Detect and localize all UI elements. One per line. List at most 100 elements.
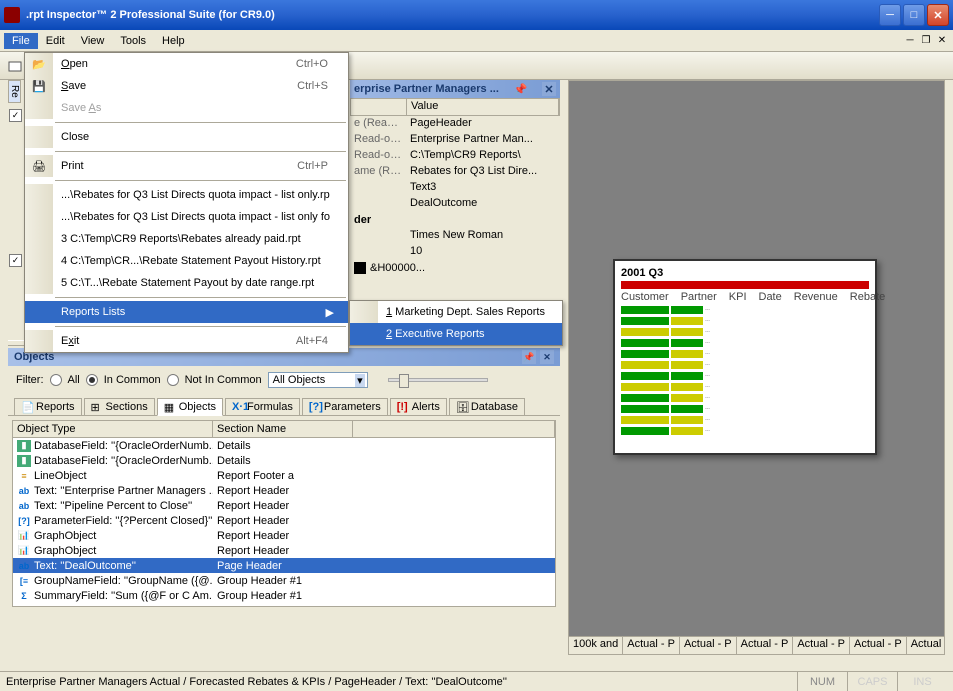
bottom-tab[interactable]: Actual - P — [623, 637, 680, 654]
preview-document: 2001 Q3 CustomerPartnerKPIDateRevenueReb… — [613, 259, 877, 455]
properties-panel: erprise Partner Managers ... 📌 ✕ Value e… — [350, 80, 560, 276]
checkbox-2[interactable]: ✓ — [9, 254, 22, 267]
checkbox-1[interactable]: ✓ — [9, 109, 22, 122]
app-icon — [4, 7, 20, 23]
menu-close[interactable]: Close — [25, 126, 348, 148]
submenu-executive[interactable]: 2 Executive Reports — [350, 323, 562, 345]
preview-col-header: CustomerPartnerKPIDateRevenueRebate — [621, 291, 869, 303]
table-row[interactable]: ▮DatabaseField: ''{OracleOrderNumb...Det… — [13, 438, 555, 453]
maximize-button[interactable]: □ — [903, 4, 925, 26]
objects-grid: Object Type Section Name ▮DatabaseField:… — [12, 420, 556, 607]
menu-recent-2[interactable]: ...\Rebates for Q3 List Directs quota im… — [25, 206, 348, 228]
tabs-bar: 📄Reports ⊞Sections ▦Objects X·1Formulas … — [8, 394, 560, 416]
tab-alerts[interactable]: [!]Alerts — [390, 398, 447, 415]
radio-notincommon[interactable] — [167, 374, 179, 386]
menu-reports-lists[interactable]: Reports Lists ▶ — [25, 301, 348, 323]
titlebar: .rpt Inspector™ 2 Professional Suite (fo… — [0, 0, 953, 30]
statusbar: Enterprise Partner Managers Actual / For… — [0, 671, 953, 691]
preview-data-row: --- — [621, 371, 869, 381]
property-row[interactable]: e (Read-oPageHeader — [350, 116, 560, 132]
property-row-border[interactable]: &H00000... — [350, 260, 560, 276]
table-row[interactable]: [≡GroupNameField: ''GroupName ({@...Grou… — [13, 573, 555, 588]
reports-lists-submenu: 1 Marketing Dept. Sales Reports 2 Execut… — [349, 300, 563, 346]
radio-all-label: All — [68, 374, 80, 386]
pin-icon[interactable]: 📌 — [522, 350, 536, 364]
preview-data-row: --- — [621, 393, 869, 403]
tab-parameters[interactable]: [?]Parameters — [302, 398, 388, 415]
mdi-close-button[interactable]: ✕ — [935, 34, 949, 48]
radio-incommon-label: In Common — [104, 374, 161, 386]
side-tab[interactable]: Re — [8, 80, 21, 103]
bottom-tab[interactable]: Actual - P — [680, 637, 737, 654]
tab-formulas[interactable]: X·1Formulas — [225, 398, 300, 415]
preview-data-row: --- — [621, 316, 869, 326]
preview-data-row: --- — [621, 338, 869, 348]
table-row[interactable]: [?]ParameterField: ''{?Percent Closed}''… — [13, 513, 555, 528]
parameters-icon: [?] — [309, 401, 321, 413]
radio-incommon[interactable] — [86, 374, 98, 386]
menu-exit[interactable]: Exit Alt+F4 — [25, 330, 348, 352]
tab-database[interactable]: 🗄Database — [449, 398, 525, 415]
minimize-button[interactable]: ─ — [879, 4, 901, 26]
col-header-section[interactable]: Section Name — [213, 421, 353, 437]
col-header-type[interactable]: Object Type — [13, 421, 213, 437]
tab-objects[interactable]: ▦Objects — [157, 398, 223, 416]
bottom-tab[interactable]: Actual - P — [793, 637, 850, 654]
property-row[interactable]: DealOutcome — [350, 196, 560, 212]
bottom-tab[interactable]: Actual - P — [850, 637, 907, 654]
table-row[interactable]: abText: ''Enterprise Partner Managers ..… — [13, 483, 555, 498]
table-row[interactable]: 📊GraphObjectReport Header — [13, 543, 555, 558]
table-row[interactable]: ≡LineObjectReport Footer a — [13, 468, 555, 483]
menu-recent-1[interactable]: ...\Rebates for Q3 List Directs quota im… — [25, 184, 348, 206]
table-row[interactable]: ΣSummaryField: ''Sum ({@F or C Am...Grou… — [13, 588, 555, 603]
zoom-slider[interactable] — [388, 378, 488, 382]
panel-close-button[interactable]: ✕ — [540, 350, 554, 364]
preview-pane: 2001 Q3 CustomerPartnerKPIDateRevenueReb… — [568, 80, 945, 655]
menu-edit[interactable]: Edit — [38, 33, 73, 49]
menu-file[interactable]: File — [4, 33, 38, 49]
menu-recent-3[interactable]: 3 C:\Temp\CR9 Reports\Rebates already pa… — [25, 228, 348, 250]
database-icon: 🗄 — [456, 401, 468, 413]
property-row[interactable]: Read-only)C:\Temp\CR9 Reports\ — [350, 148, 560, 164]
preview-data-row: --- — [621, 415, 869, 425]
file-menu: 📂 Open Ctrl+O 💾 Save Ctrl+S Save As Clos… — [24, 52, 349, 353]
status-text: Enterprise Partner Managers Actual / For… — [6, 676, 797, 688]
grid-body[interactable]: ▮DatabaseField: ''{OracleOrderNumb...Det… — [13, 438, 555, 606]
tab-sections[interactable]: ⊞Sections — [84, 398, 155, 415]
tab-reports[interactable]: 📄Reports — [14, 398, 82, 415]
menu-tools[interactable]: Tools — [112, 33, 154, 49]
menu-save[interactable]: 💾 Save Ctrl+S — [25, 75, 348, 97]
filter-combo[interactable]: All Objects — [268, 372, 368, 388]
slider-thumb[interactable] — [399, 374, 409, 388]
bottom-tab[interactable]: Actual - P — [737, 637, 794, 654]
table-row[interactable]: abText: ''Pipeline Percent to Close''Rep… — [13, 498, 555, 513]
property-row[interactable]: ame (Rea...Rebates for Q3 List Dire... — [350, 164, 560, 180]
bottom-tab[interactable]: 100k and — [569, 637, 623, 654]
menu-open[interactable]: 📂 Open Ctrl+O — [25, 53, 348, 75]
radio-all[interactable] — [50, 374, 62, 386]
table-row[interactable]: abText: ''DealOutcome''Page Header — [13, 558, 555, 573]
property-row[interactable]: Text3 — [350, 180, 560, 196]
filter-label: Filter: — [16, 374, 44, 386]
menu-help[interactable]: Help — [154, 33, 193, 49]
doc-close-button[interactable]: ✕ — [542, 82, 556, 96]
property-row[interactable]: 10 — [350, 244, 560, 260]
close-button[interactable]: ✕ — [927, 4, 949, 26]
menu-recent-4[interactable]: 4 C:\Temp\CR...\Rebate Statement Payout … — [25, 250, 348, 272]
table-row[interactable]: 📊GraphObjectReport Header — [13, 528, 555, 543]
menu-view[interactable]: View — [73, 33, 113, 49]
mdi-restore-button[interactable]: ❐ — [919, 34, 933, 48]
submenu-marketing[interactable]: 1 Marketing Dept. Sales Reports — [350, 301, 562, 323]
bottom-tab[interactable]: Actual - P — [907, 637, 944, 654]
table-row[interactable]: ▮DatabaseField: ''{OracleOrderNumb...Det… — [13, 453, 555, 468]
toolbar-button-1[interactable] — [4, 55, 26, 77]
menu-print[interactable]: 🖨 Print Ctrl+P — [25, 155, 348, 177]
property-row[interactable]: Read-only)Enterprise Partner Man... — [350, 132, 560, 148]
left-gutter: Re ✓ ✓ — [8, 80, 24, 273]
mdi-minimize-button[interactable]: ─ — [903, 34, 917, 48]
pin-icon[interactable]: 📌 — [514, 83, 528, 96]
doc-title-bar: erprise Partner Managers ... 📌 ✕ — [350, 80, 560, 98]
table-row[interactable]: ΣSummaryField: ''Sum ({@F or C Am...Grou… — [13, 603, 555, 606]
menu-recent-5[interactable]: 5 C:\T...\Rebate Statement Payout by dat… — [25, 272, 348, 294]
property-row[interactable]: Times New Roman — [350, 228, 560, 244]
